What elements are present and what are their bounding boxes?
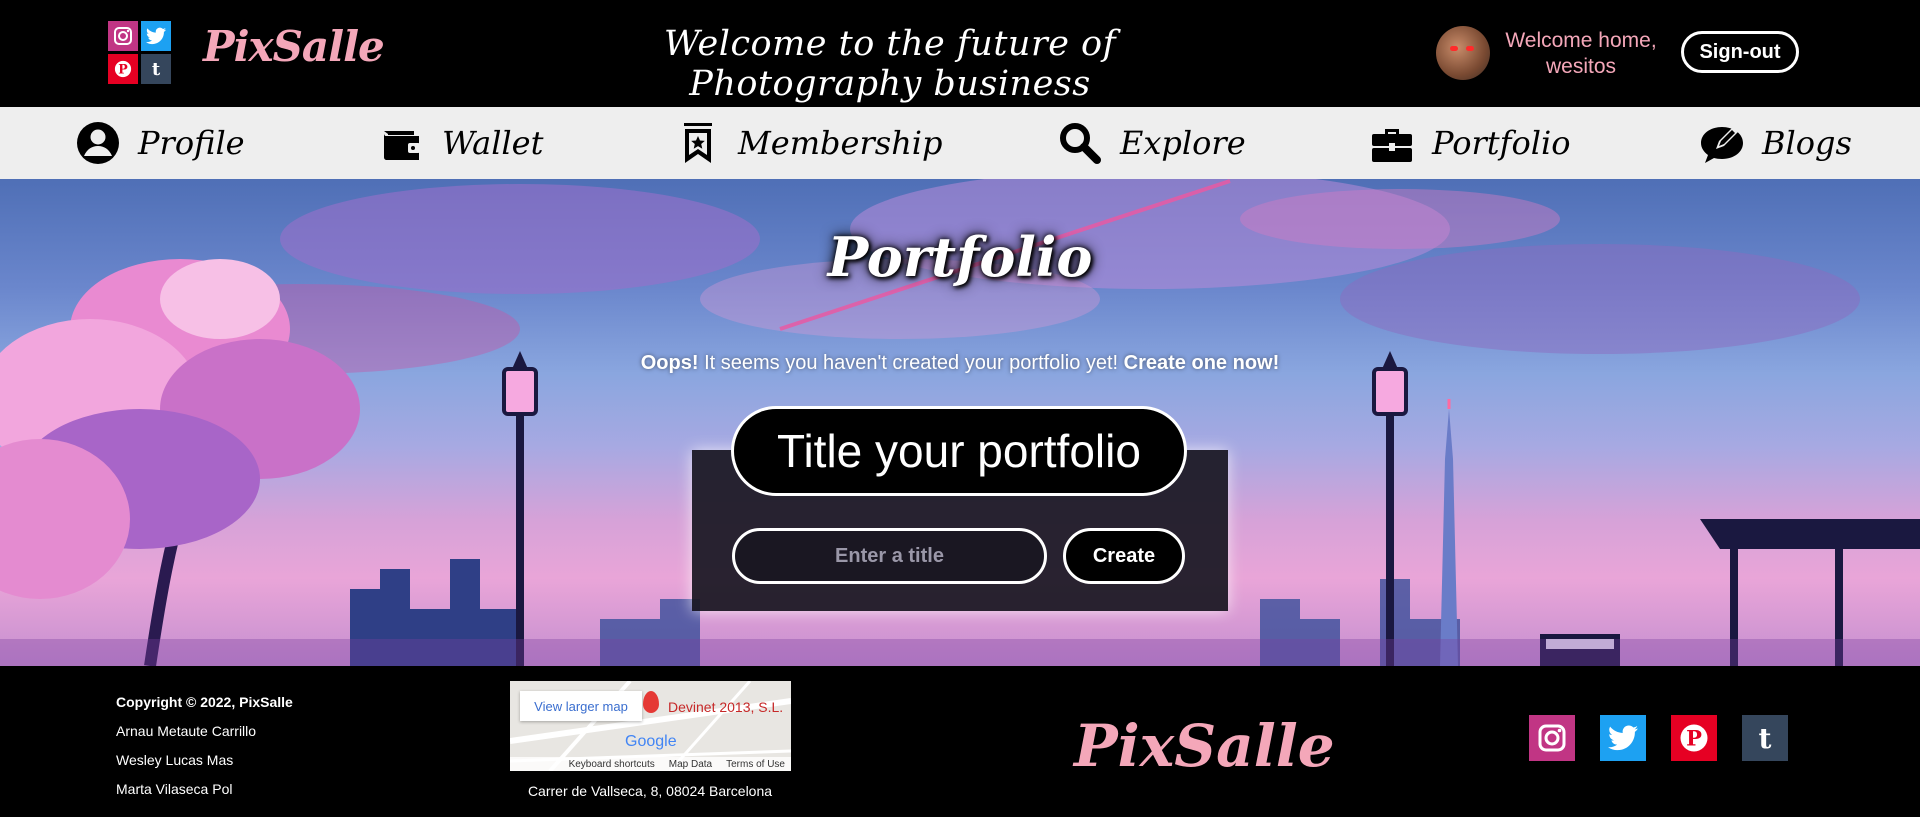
nav-label-blogs: Blogs <box>1762 124 1852 162</box>
instagram-icon[interactable] <box>1529 715 1575 761</box>
view-larger-map-link[interactable]: View larger map <box>520 691 642 721</box>
comment-pen-icon <box>1701 127 1743 163</box>
welcome-message: Welcome home, wesitos <box>1505 29 1657 78</box>
map-pin-icon[interactable] <box>643 691 659 713</box>
twitter-icon[interactable] <box>141 21 171 51</box>
site-tagline: Welcome to the future of Photography bus… <box>663 24 1117 104</box>
google-logo: Google <box>625 733 677 750</box>
notice-text: It seems you haven't created your portfo… <box>698 352 1124 374</box>
nav-item-portfolio[interactable]: Portfolio <box>1370 107 1571 179</box>
site-header: P t PixSalle Welcome to the future of Ph… <box>0 0 1920 107</box>
nav-item-profile[interactable]: Profile <box>76 107 245 179</box>
address: Carrer de Vallseca, 8, 08024 Barcelona <box>527 783 773 799</box>
pinterest-icon[interactable]: P <box>1671 715 1717 761</box>
instagram-icon[interactable] <box>108 21 138 51</box>
nav-item-explore[interactable]: Explore <box>1058 107 1246 179</box>
pinterest-icon[interactable]: P <box>108 54 138 84</box>
form-heading: Title your portfolio <box>731 406 1187 496</box>
site-logo[interactable]: PixSalle <box>203 22 385 71</box>
nav-label-membership: Membership <box>738 124 943 162</box>
main-nav: Profile Wallet Membership Explore Portfo… <box>0 107 1920 179</box>
bookmark-star-icon <box>684 123 712 163</box>
empty-portfolio-notice: Oops! It seems you haven't created your … <box>560 352 1360 375</box>
author-name: Marta Vilaseca Pol <box>116 781 233 797</box>
twitter-icon[interactable] <box>1600 715 1646 761</box>
notice-emphasis: Oops! <box>640 352 699 374</box>
copyright: Copyright © 2022, PixSalle <box>116 694 293 710</box>
nav-item-membership[interactable]: Membership <box>676 107 943 179</box>
embedded-map[interactable]: View larger map Devinet 2013, S.L. Googl… <box>510 681 791 771</box>
sign-out-button[interactable]: Sign-out <box>1681 31 1799 73</box>
nav-label-wallet: Wallet <box>442 124 544 162</box>
keyboard-shortcuts-link[interactable]: Keyboard shortcuts <box>569 759 655 770</box>
nav-item-blogs[interactable]: Blogs <box>1700 107 1852 179</box>
page-title: Portfolio <box>827 225 1093 289</box>
footer-credits: Copyright © 2022, PixSalle Arnau Metaute… <box>116 688 293 804</box>
tumblr-icon[interactable]: t <box>1742 715 1788 761</box>
tumblr-icon[interactable]: t <box>141 54 171 84</box>
author-name: Wesley Lucas Mas <box>116 752 234 768</box>
avatar[interactable] <box>1436 26 1490 80</box>
search-icon <box>1060 123 1101 164</box>
nav-label-profile: Profile <box>138 124 245 162</box>
create-now-link[interactable]: Create one now! <box>1124 352 1280 374</box>
briefcase-icon <box>1372 129 1412 162</box>
user-circle-icon <box>77 122 119 164</box>
header-social-links: P t <box>108 21 172 84</box>
terms-of-use-link[interactable]: Terms of Use <box>726 759 785 770</box>
wallet-icon <box>384 131 420 160</box>
nav-item-wallet[interactable]: Wallet <box>380 107 543 179</box>
nav-label-explore: Explore <box>1120 124 1246 162</box>
create-button[interactable]: Create <box>1063 528 1185 584</box>
map-attribution-bar: Keyboard shortcuts Map Data Terms of Use <box>510 757 791 771</box>
site-footer: Copyright © 2022, PixSalle Arnau Metaute… <box>0 666 1920 817</box>
portfolio-title-input[interactable] <box>732 528 1047 584</box>
author-name: Arnau Metaute Carrillo <box>116 723 257 739</box>
svg-text:P: P <box>118 62 128 77</box>
nav-label-portfolio: Portfolio <box>1432 124 1571 162</box>
footer-social-links: P t <box>1529 715 1788 761</box>
map-data-link[interactable]: Map Data <box>669 759 712 770</box>
svg-text:P: P <box>1686 726 1702 751</box>
hero-section: Portfolio Oops! It seems you haven't cre… <box>0 179 1920 666</box>
map-place-label: Devinet 2013, S.L. <box>668 699 784 715</box>
footer-logo[interactable]: PixSalle <box>1074 712 1335 780</box>
